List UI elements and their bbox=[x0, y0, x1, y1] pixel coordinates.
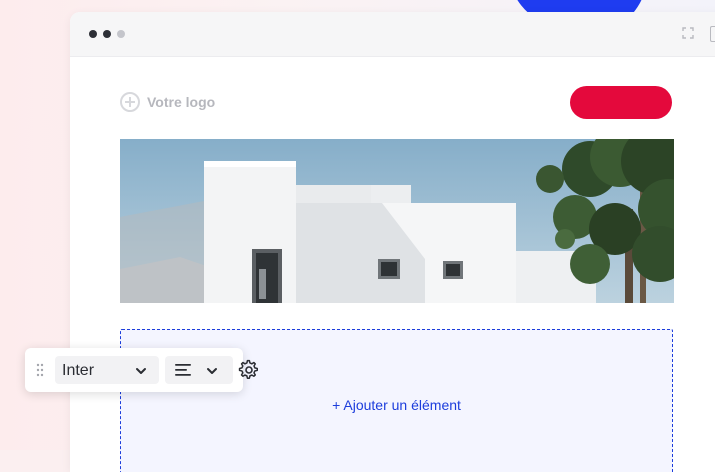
window-dot bbox=[103, 30, 111, 38]
expand-icon[interactable] bbox=[682, 27, 694, 39]
window-dot bbox=[117, 30, 125, 38]
window-titlebar bbox=[70, 12, 715, 57]
window-dot bbox=[89, 30, 97, 38]
font-family-value: Inter bbox=[62, 362, 95, 379]
cta-button[interactable] bbox=[570, 86, 672, 119]
gear-icon bbox=[238, 359, 258, 380]
chevron-down-icon bbox=[136, 368, 146, 374]
logo-text: Votre logo bbox=[147, 94, 216, 110]
add-element-button[interactable]: + Ajouter un élément bbox=[121, 396, 672, 414]
plus-circle-icon bbox=[120, 92, 140, 112]
hero-image[interactable] bbox=[120, 139, 674, 303]
font-family-select[interactable]: Inter bbox=[55, 356, 159, 384]
text-format-toolbar: Inter bbox=[25, 348, 258, 392]
window-square-icon[interactable] bbox=[710, 26, 715, 42]
settings-button[interactable] bbox=[238, 359, 260, 381]
text-align-select[interactable] bbox=[165, 356, 233, 384]
drag-handle-icon[interactable] bbox=[35, 362, 45, 378]
chevron-down-icon bbox=[207, 368, 217, 374]
align-left-icon bbox=[175, 364, 191, 376]
logo-placeholder[interactable]: Votre logo bbox=[120, 90, 215, 114]
browser-window: Votre logo + Ajouter un élément bbox=[70, 12, 715, 472]
